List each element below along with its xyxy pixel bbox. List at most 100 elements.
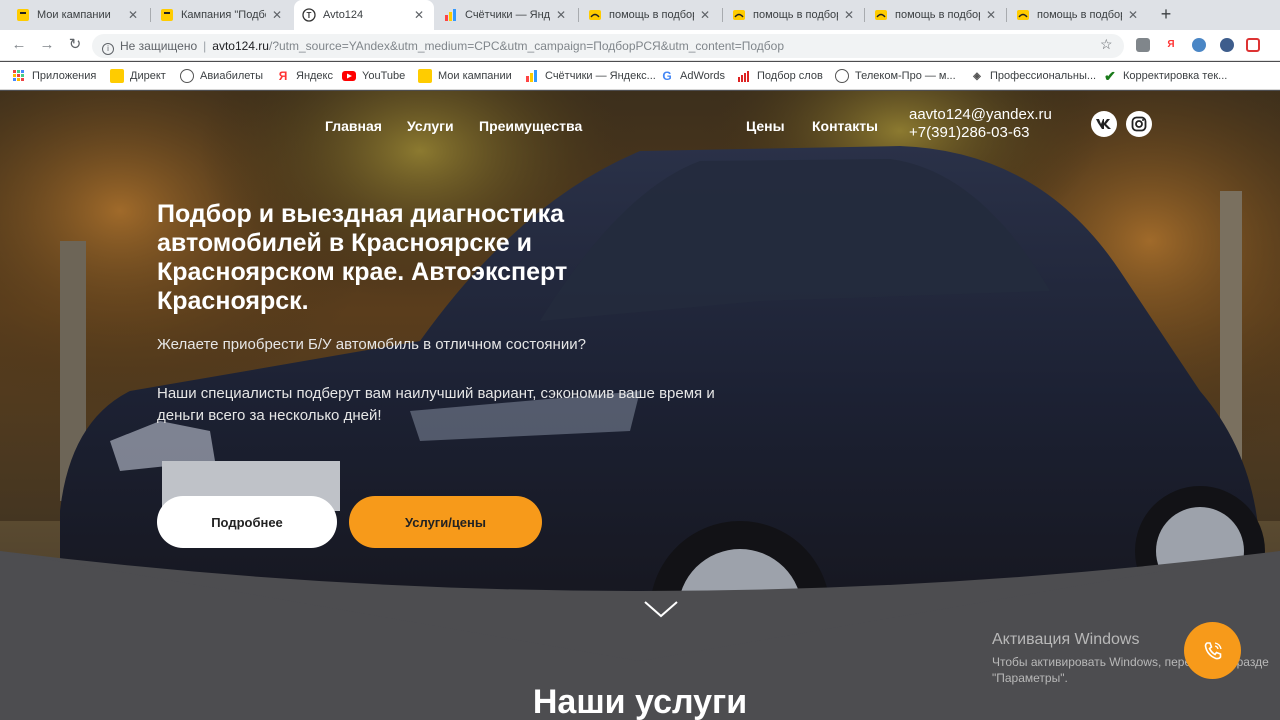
tab-title: помощь в подборе <box>1037 9 1122 21</box>
info-icon[interactable]: i <box>102 43 114 55</box>
svg-text:T: T <box>307 11 312 20</box>
header-contacts: aavto124@yandex.ru +7(391)286-03-63 <box>909 106 1052 142</box>
bookmark-label: Корректировка тек... <box>1123 70 1228 82</box>
check-icon: ✔ <box>1104 67 1116 84</box>
bookmark-label: Телеком-Про — м... <box>855 70 956 82</box>
vk-icon[interactable] <box>1091 111 1117 137</box>
bookmark-label: Яндекс <box>296 70 333 82</box>
nav-advantages[interactable]: Преимущества <box>479 118 582 134</box>
bookmark-apps[interactable]: Приложения <box>12 67 96 85</box>
bookmark-label: Приложения <box>32 70 97 82</box>
bookmark-label: YouTube <box>362 70 406 82</box>
globe-icon <box>835 69 849 83</box>
tab-8[interactable]: помощь в подборе ✕ <box>1008 0 1148 30</box>
smile-icon <box>874 8 888 22</box>
tab-7[interactable]: помощь в подборе ✕ <box>866 0 1006 30</box>
close-icon[interactable]: ✕ <box>842 8 856 22</box>
services-prices-button[interactable]: Услуги/цены <box>349 496 542 548</box>
youtube-icon <box>342 69 356 83</box>
close-icon[interactable]: ✕ <box>554 8 568 22</box>
phone-link[interactable]: +7(391)286-03-63 <box>909 124 1052 142</box>
metrika-icon <box>525 69 539 83</box>
tab-5[interactable]: помощь в подборе ✕ <box>580 0 720 30</box>
tab-title: Мои кампании <box>37 9 111 21</box>
new-tab-button[interactable]: + <box>1156 4 1176 24</box>
close-icon[interactable]: ✕ <box>698 8 712 22</box>
web-page: Главная Услуги Преимущества Цены Контакт… <box>0 91 1280 720</box>
tab-title: Avto124 <box>323 9 364 21</box>
close-icon[interactable]: ✕ <box>270 8 284 22</box>
address-bar[interactable]: i Не защищено | avto124.ru/?utm_source=YAnd… <box>92 34 1124 58</box>
bookmark-metrika[interactable]: Счётчики — Яндекс... <box>525 67 656 85</box>
tab-title: помощь в подборе <box>609 9 694 21</box>
bookmark-professional[interactable]: ◈ Профессиональны... <box>970 67 1096 85</box>
tab-2[interactable]: Кампания "Подбор ✕ <box>152 0 292 30</box>
smile-icon <box>1016 8 1030 22</box>
hero-lead: Желаете приобрести Б/У автомобиль в отли… <box>157 336 586 353</box>
camera-extension-icon[interactable] <box>1136 38 1150 52</box>
google-icon: G <box>662 69 672 83</box>
security-label: Не защищено <box>120 39 198 53</box>
url-path: /?utm_source=YAndex&utm_medium=CPC&utm_c… <box>268 39 785 53</box>
bookmark-youtube[interactable]: YouTube <box>342 67 405 85</box>
hero-subtext: Наши специалисты подберут вам наилучший … <box>157 385 715 424</box>
yandex-icon: Я <box>278 69 288 83</box>
forward-button[interactable]: → <box>38 36 56 54</box>
cloud-extension-icon[interactable] <box>1192 38 1206 52</box>
direct-icon <box>110 69 124 83</box>
tab-6[interactable]: помощь в подборе ✕ <box>724 0 864 30</box>
more-button[interactable]: Подробнее <box>157 496 337 548</box>
hero-headline: Подбор и выездная диагностика автомобиле… <box>157 200 568 315</box>
section-title: Наши услуги <box>532 683 748 720</box>
bookmark-label: Мои кампании <box>438 70 512 82</box>
bookmark-correction[interactable]: ✔ Корректировка тек... <box>1103 67 1227 85</box>
close-icon[interactable]: ✕ <box>1126 8 1140 22</box>
tab-4[interactable]: Счётчики — Яндекс ✕ <box>436 0 576 30</box>
avto124-icon: T <box>302 8 316 22</box>
tab-1[interactable]: Мои кампании ✕ <box>8 0 148 30</box>
bookmark-my-campaigns[interactable]: Мои кампании <box>418 67 512 85</box>
chevron-down-icon[interactable] <box>643 599 679 619</box>
reload-button[interactable]: ↻ <box>66 36 84 54</box>
bookmark-label: Счётчики — Яндекс... <box>545 70 656 82</box>
bookmark-direct[interactable]: Директ <box>110 67 166 85</box>
tab-3-active[interactable]: T Avto124 ✕ <box>294 0 434 30</box>
instagram-icon[interactable] <box>1126 111 1152 137</box>
bookmark-label: Профессиональны... <box>990 70 1097 82</box>
bookmark-label: AdWords <box>680 70 726 82</box>
bookmark-telecom[interactable]: Телеком-Про — м... <box>835 67 956 85</box>
callback-phone-button[interactable] <box>1184 622 1241 679</box>
bookmarks-bar: Приложения Директ Авиабилеты Я Яндекс You… <box>0 62 1280 90</box>
bookmark-avia[interactable]: Авиабилеты <box>180 67 263 85</box>
phone-icon <box>1204 641 1222 659</box>
apps-icon <box>12 69 26 83</box>
bookmark-adwords[interactable]: G AdWords <box>660 67 725 85</box>
direct-icon <box>418 69 432 83</box>
smile-icon <box>732 8 746 22</box>
gear-extension-icon[interactable] <box>1220 38 1234 52</box>
nav-contacts[interactable]: Контакты <box>812 118 878 134</box>
tab-title: помощь в подборе <box>753 9 838 21</box>
bookmark-label: Директ <box>130 70 166 82</box>
tab-title: помощь в подборе <box>895 9 980 21</box>
bookmark-star-icon[interactable]: ☆ <box>1100 36 1113 53</box>
metrika-icon <box>444 8 458 22</box>
bookmark-label: Подбор слов <box>757 70 823 82</box>
close-icon[interactable]: ✕ <box>126 8 140 22</box>
smile-icon <box>588 8 602 22</box>
back-button[interactable]: ← <box>10 36 28 54</box>
nav-services[interactable]: Услуги <box>407 118 454 134</box>
nav-prices[interactable]: Цены <box>746 118 785 134</box>
toolbar: ← → ↻ i Не защищено | avto124.ru/?utm_sourc… <box>0 30 1280 61</box>
nav-home[interactable]: Главная <box>325 118 382 134</box>
close-icon[interactable]: ✕ <box>984 8 998 22</box>
email-link[interactable]: aavto124@yandex.ru <box>909 106 1052 124</box>
close-icon[interactable]: ✕ <box>412 8 426 22</box>
bookmark-wordstat[interactable]: Подбор слов <box>737 67 823 85</box>
chart-icon <box>737 69 751 83</box>
yandex-extension-icon[interactable]: Я <box>1164 38 1178 52</box>
pdf-extension-icon[interactable] <box>1246 38 1260 52</box>
bookmark-label: Авиабилеты <box>200 70 264 82</box>
direct-icon <box>160 8 174 22</box>
bookmark-yandex[interactable]: Я Яндекс <box>276 67 333 85</box>
